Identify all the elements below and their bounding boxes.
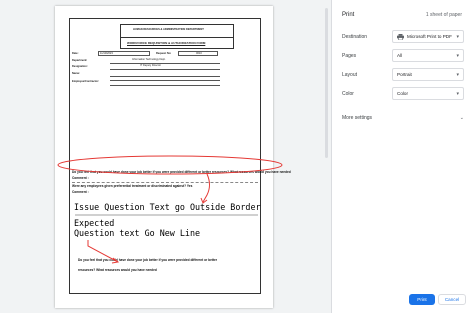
- chevron-down-icon: ⌄: [459, 115, 464, 121]
- annotation-expected-label: Expected: [74, 218, 115, 228]
- chevron-down-icon: ▾: [456, 72, 459, 78]
- question-1-text: Do you feel that you could have done you…: [72, 170, 291, 174]
- form-title: WORKFORCE REQUISITION & AUTHORIZATION FO…: [127, 41, 206, 45]
- department-label: Department:: [72, 59, 88, 62]
- annotation-expected-text: Question text Go New Line: [74, 228, 201, 238]
- color-select[interactable]: Color ▾: [392, 87, 464, 100]
- printer-icon: [397, 33, 404, 40]
- request-label: Request No:: [156, 52, 172, 55]
- cancel-button[interactable]: Cancel: [438, 294, 466, 305]
- layout-select[interactable]: Portrait ▾: [392, 68, 464, 81]
- employee-label: Employee/Contractor:: [72, 80, 100, 83]
- sheet-count: 1 sheet of paper: [425, 12, 462, 18]
- question-3-text-line-1: Do you feel that you could have done you…: [78, 258, 218, 262]
- date-value: 11/10/2023: [100, 52, 113, 55]
- chevron-down-icon: ▾: [456, 34, 459, 40]
- destination-label: Destination: [342, 34, 368, 40]
- destination-select[interactable]: Microsoft Print to PDF ▾: [392, 30, 464, 43]
- question-1-comment-label: Comment :: [72, 176, 89, 180]
- question-2-comment-label: Comment :: [72, 190, 89, 194]
- pages-value: All: [397, 53, 403, 58]
- question-3-text-line-2: resources? What resources would you have…: [78, 268, 157, 272]
- more-settings-label: More settings: [342, 115, 373, 121]
- form-border: HUMAN RESOURCES & ADMINISTRATION DEPARTM…: [69, 18, 291, 294]
- annotation-issue-text: Issue Question Text go Outside Border: [74, 202, 261, 212]
- pages-label: Pages: [342, 53, 357, 59]
- preview-page: HUMAN RESOURCES & ADMINISTRATION DEPARTM…: [55, 6, 291, 308]
- question-2-text: Were any employees given preferential tr…: [72, 184, 193, 188]
- pages-select[interactable]: All ▾: [392, 49, 464, 62]
- designation-label: Designation:: [72, 65, 88, 68]
- color-value: Color: [397, 91, 408, 96]
- department-value: Information Technology Dept.: [132, 58, 166, 61]
- destination-value: Microsoft Print to PDF: [407, 34, 452, 39]
- designation-value: IT Deputy Director: [140, 64, 161, 67]
- print-settings-pane: Print 1 sheet of paper Destination Micro…: [331, 0, 474, 313]
- name-label: Name:: [72, 72, 80, 75]
- form-header-box: HUMAN RESOURCES & ADMINISTRATION DEPARTM…: [120, 24, 234, 49]
- layout-value: Portrait: [397, 72, 412, 77]
- date-label: Date:: [72, 52, 79, 55]
- preview-scrollbar[interactable]: [325, 8, 328, 158]
- color-label: Color: [342, 91, 354, 97]
- settings-title: Print: [342, 12, 355, 18]
- chevron-down-icon: ▾: [456, 53, 459, 59]
- more-settings-toggle[interactable]: More settings ⌄: [342, 115, 464, 125]
- layout-label: Layout: [342, 72, 358, 78]
- print-preview-pane: HUMAN RESOURCES & ADMINISTRATION DEPARTM…: [0, 0, 331, 313]
- form-department: HUMAN RESOURCES & ADMINISTRATION DEPARTM…: [133, 28, 204, 31]
- request-value: 0010: [196, 52, 202, 55]
- print-button[interactable]: Print: [409, 294, 435, 305]
- chevron-down-icon: ▾: [456, 91, 459, 97]
